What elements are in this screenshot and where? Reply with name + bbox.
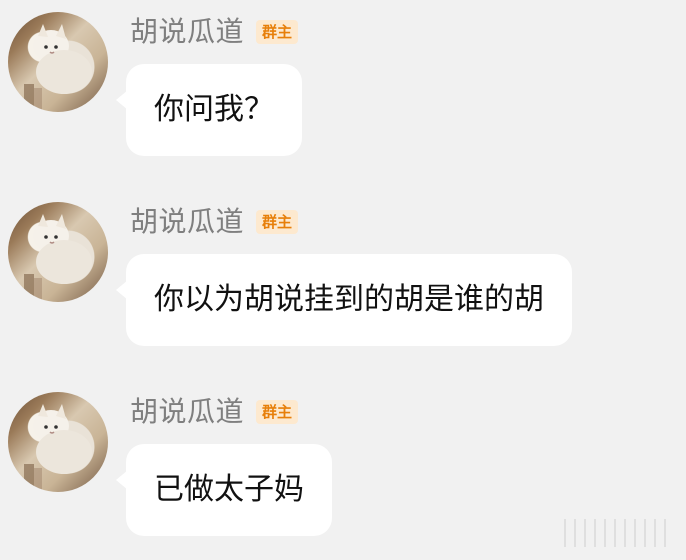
- role-badge: 群主: [256, 20, 299, 44]
- cat-avatar-icon: [24, 214, 92, 302]
- message-text: 已做太子妈: [154, 472, 304, 507]
- role-badge: 群主: [256, 210, 299, 234]
- cat-avatar-icon: [24, 24, 92, 112]
- message-bubble-wrap: 已做太子妈: [116, 444, 332, 536]
- chat-message: 胡说瓜道 群主 你问我？: [0, 0, 686, 180]
- sender-name[interactable]: 胡说瓜道: [130, 18, 244, 46]
- chat-message: 胡说瓜道 群主 你以为胡说挂到的胡是谁的胡: [0, 190, 686, 370]
- message-bubble[interactable]: 你以为胡说挂到的胡是谁的胡: [116, 254, 572, 346]
- sender-row: 胡说瓜道 群主: [130, 12, 299, 52]
- message-bubble[interactable]: 已做太子妈: [116, 444, 332, 536]
- message-text: 你问我？: [154, 92, 274, 127]
- avatar[interactable]: [8, 12, 108, 112]
- watermark-mark: [556, 519, 676, 547]
- chat-thread: 胡说瓜道 群主 你问我？ 胡说瓜道 群主 你以为胡说挂到的胡是谁的胡 胡说瓜道 …: [0, 0, 686, 555]
- role-badge: 群主: [256, 400, 299, 424]
- message-bubble-wrap: 你以为胡说挂到的胡是谁的胡: [116, 254, 572, 346]
- sender-name[interactable]: 胡说瓜道: [130, 208, 244, 236]
- sender-row: 胡说瓜道 群主: [130, 392, 299, 432]
- avatar[interactable]: [8, 202, 108, 302]
- sender-row: 胡说瓜道 群主: [130, 202, 299, 242]
- cat-avatar-icon: [24, 404, 92, 492]
- message-bubble[interactable]: 你问我？: [116, 64, 302, 156]
- sender-name[interactable]: 胡说瓜道: [130, 398, 244, 426]
- message-bubble-wrap: 你问我？: [116, 64, 302, 156]
- avatar[interactable]: [8, 392, 108, 492]
- message-text: 你以为胡说挂到的胡是谁的胡: [154, 282, 544, 317]
